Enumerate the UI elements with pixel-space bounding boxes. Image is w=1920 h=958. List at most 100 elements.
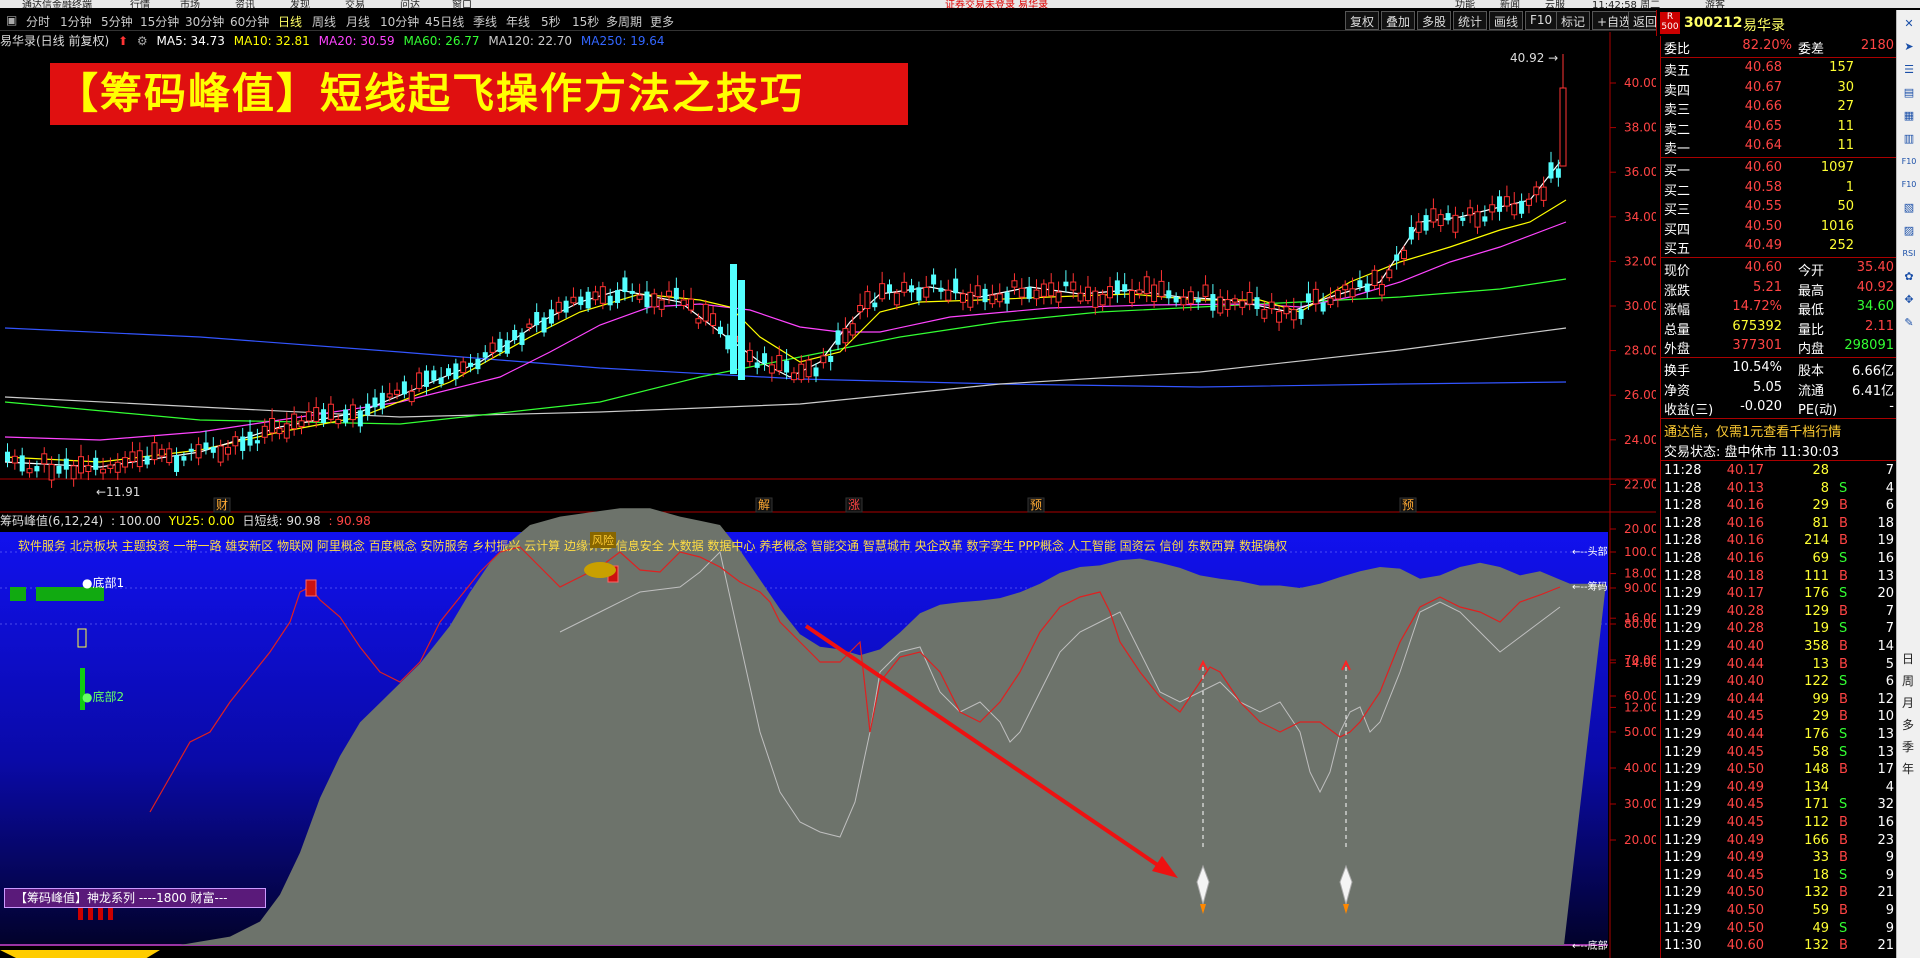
- sell-row-cell: 11: [1837, 118, 1854, 134]
- sidebar-period-2[interactable]: 月: [1902, 694, 1914, 711]
- rsi-icon[interactable]: RSI: [1901, 246, 1917, 262]
- sidebar-period-5[interactable]: 年: [1902, 760, 1914, 777]
- event-mark: 涨: [848, 497, 860, 512]
- sidebar-period-0[interactable]: 日: [1902, 650, 1914, 667]
- tick-row-cell: 11:29: [1664, 656, 1702, 672]
- menu-trade[interactable]: 交易: [345, 0, 365, 8]
- settings-icon[interactable]: ⚙: [137, 34, 148, 48]
- period-fenshi[interactable]: 分时: [26, 13, 50, 30]
- sidebar-period-4[interactable]: 季: [1902, 738, 1914, 755]
- sidebar-period-1[interactable]: 周: [1902, 672, 1914, 689]
- tick-row: 11:28 40.17 28 7: [1664, 462, 1896, 481]
- stat2-row-cell: 6.66亿: [1852, 364, 1894, 379]
- period-quarter[interactable]: 季线: [473, 13, 497, 30]
- candle-body: [1452, 214, 1459, 233]
- tick-row-cell: 148: [1804, 762, 1829, 778]
- candle-body: [48, 463, 55, 481]
- period-more[interactable]: 更多: [650, 13, 674, 30]
- btn-multi-stock[interactable]: 多股: [1417, 11, 1452, 30]
- btn-f10[interactable]: F10: [1525, 11, 1558, 30]
- tick-row-cell: 16: [1877, 551, 1894, 566]
- tick-row-cell: 81: [1812, 515, 1829, 531]
- bottom-area: [0, 950, 160, 958]
- stat2-row: 换手 10.54% 股本 6.66亿: [1664, 359, 1896, 379]
- tick-row: 11:29 40.44 99 B 12: [1664, 691, 1896, 710]
- price-label: 26.00: [1624, 388, 1656, 402]
- tick-row-cell: 40.60: [1726, 938, 1764, 954]
- period-15min[interactable]: 15分钟: [140, 13, 179, 30]
- tick-row: 11:29 40.17 176 S 20: [1664, 585, 1896, 604]
- menu-newsfeed[interactable]: 新闻: [1500, 0, 1520, 8]
- candle-body: [269, 417, 276, 434]
- stat-row-cell: 35.40: [1856, 260, 1894, 275]
- menu-guest[interactable]: 游客: [1705, 0, 1725, 8]
- f10-icon[interactable]: F10: [1901, 154, 1917, 170]
- period-15sec[interactable]: 15秒: [572, 13, 599, 30]
- grid-icon[interactable]: ▦: [1901, 108, 1917, 124]
- chart2-icon[interactable]: ▧: [1901, 200, 1917, 216]
- menu-window[interactable]: 窗口: [452, 0, 472, 8]
- menu-quotes[interactable]: 行情: [130, 0, 150, 8]
- candle-body: [460, 361, 467, 374]
- menu-square-icon[interactable]: ▣: [6, 13, 17, 27]
- menu-news[interactable]: 资讯: [235, 0, 255, 8]
- candle-body: [512, 330, 518, 341]
- period-1min[interactable]: 1分钟: [60, 13, 92, 30]
- period-year[interactable]: 年线: [506, 13, 530, 30]
- stat2-row-cell: 净资: [1664, 383, 1691, 399]
- pen-icon[interactable]: ✎: [1901, 315, 1917, 331]
- btn-mark[interactable]: 标记: [1556, 11, 1591, 30]
- candle-body: [1320, 302, 1326, 312]
- btn-overlay[interactable]: 叠加: [1381, 11, 1416, 30]
- tick-row-cell: 9: [1885, 867, 1894, 883]
- stat-row-cell: 外盘: [1664, 342, 1691, 357]
- period-5sec[interactable]: 5秒: [541, 13, 561, 30]
- candle-body: [953, 278, 959, 294]
- period-multi[interactable]: 多周期: [606, 13, 642, 30]
- chart3-icon[interactable]: ▨: [1901, 223, 1917, 239]
- menu-function[interactable]: 功能: [1455, 0, 1475, 8]
- bar-icon[interactable]: ▥: [1901, 131, 1917, 147]
- expand-icon[interactable]: ✥: [1901, 292, 1917, 308]
- moving-averages: [4, 161, 1567, 468]
- buy-row-cell: 1016: [1820, 218, 1854, 234]
- price-label: 24.00: [1624, 433, 1656, 447]
- candle-body: [1210, 294, 1216, 311]
- chart-icon[interactable]: ▤: [1901, 85, 1917, 101]
- candle-body: [136, 450, 143, 468]
- period-weekly[interactable]: 周线: [312, 13, 336, 30]
- candle-body: [835, 330, 841, 345]
- btn-stats[interactable]: 统计: [1453, 11, 1488, 30]
- period-30min[interactable]: 30分钟: [185, 13, 224, 30]
- candle-body: [1202, 284, 1209, 297]
- btn-fuquan[interactable]: 复权: [1345, 11, 1380, 30]
- period-60min[interactable]: 60分钟: [230, 13, 269, 30]
- sidebar-period-3[interactable]: 多: [1902, 716, 1914, 733]
- menu-ask[interactable]: 问达: [400, 0, 420, 8]
- candle-body: [1158, 280, 1165, 297]
- menu-cloud[interactable]: 云服: [1545, 0, 1565, 8]
- period-daily[interactable]: 日线: [278, 13, 302, 30]
- list-icon[interactable]: ☰: [1901, 62, 1917, 78]
- flower-icon[interactable]: ✿: [1901, 269, 1917, 285]
- period-monthly[interactable]: 月线: [346, 13, 370, 30]
- candle-body: [820, 355, 827, 364]
- menu-market[interactable]: 市场: [180, 0, 200, 8]
- candle-body: [629, 290, 635, 294]
- candle-body: [1092, 290, 1099, 308]
- arrow-icon[interactable]: ➤: [1901, 39, 1917, 55]
- period-45day[interactable]: 45日线: [425, 13, 464, 30]
- candle-body: [225, 446, 231, 455]
- cross-icon[interactable]: ✕: [1901, 16, 1917, 32]
- chart-area[interactable]: 40.92 → ←11.91 40.00 38.00 36.00 34.00 32.00 3…: [0, 32, 1656, 958]
- candle-body: [41, 453, 48, 465]
- period-5min[interactable]: 5分钟: [101, 13, 133, 30]
- menu-discover[interactable]: 发现: [290, 0, 310, 8]
- candle-body: [1055, 291, 1062, 303]
- drop-candle: [730, 264, 737, 374]
- period-10min[interactable]: 10分钟: [380, 13, 419, 30]
- tick-row-cell: 40.45: [1726, 744, 1764, 760]
- btn-draw[interactable]: 画线: [1489, 11, 1524, 30]
- f10b-icon[interactable]: F10: [1901, 177, 1917, 193]
- quote-separator: [1661, 157, 1897, 158]
